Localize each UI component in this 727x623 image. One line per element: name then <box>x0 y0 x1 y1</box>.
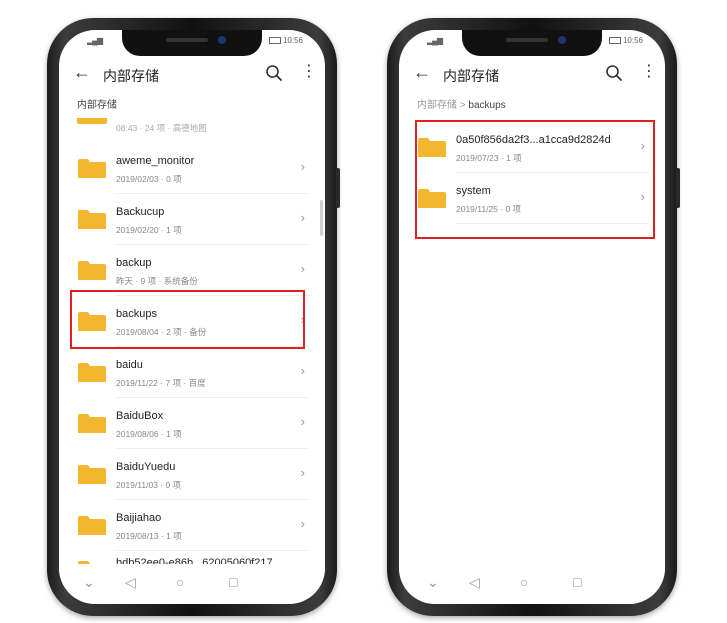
screen-right: ▂▄▆ 10:56 ← 内部存储 ⋮ 内部存储 > backups 0a50f8… <box>399 30 665 604</box>
list-item-meta: 2019/02/03 · 0 项 <box>116 174 182 184</box>
list-item[interactable]: baidu 2019/11/22 · 7 项 · 百度 › <box>59 347 325 398</box>
list-item[interactable]: Backucup 2019/02/20 · 1 项 › <box>59 194 325 245</box>
folder-icon <box>78 414 106 433</box>
breadcrumb-separator-icon: > <box>459 100 466 111</box>
breadcrumb-root[interactable]: 内部存储 <box>417 100 457 111</box>
page-title: 内部存储 <box>103 68 159 84</box>
nav-collapse-icon[interactable]: ⌄ <box>427 574 439 591</box>
chevron-right-icon: › <box>300 465 305 480</box>
nav-back-icon[interactable]: ◁ <box>125 574 136 591</box>
nav-collapse-icon[interactable]: ⌄ <box>83 574 95 591</box>
toolbar: ← 内部存储 ⋮ <box>59 56 325 92</box>
list-item-name: Baijiahao <box>116 512 162 524</box>
nav-back-icon[interactable]: ◁ <box>469 574 480 591</box>
nav-home-icon[interactable]: ○ <box>520 574 528 590</box>
folder-icon <box>78 516 106 535</box>
folder-icon <box>77 118 107 124</box>
back-arrow-icon[interactable]: ← <box>413 62 431 83</box>
list-item-name: Backucup <box>116 206 165 218</box>
breadcrumb[interactable]: 内部存储 <box>77 96 117 111</box>
notch <box>462 30 602 56</box>
battery-icon <box>608 37 621 45</box>
clock: 10:56 <box>268 36 303 45</box>
breadcrumb-current: backups <box>468 100 506 111</box>
highlight-box <box>70 290 305 349</box>
page-title: 内部存储 <box>443 68 499 84</box>
list-item-meta: 2019/11/22 · 7 项 · 百度 <box>116 378 206 388</box>
folder-icon <box>78 465 106 484</box>
list-item[interactable]: Baijiahao 2019/08/13 · 1 项 › <box>59 500 325 551</box>
toolbar: ← 内部存储 ⋮ <box>399 56 665 92</box>
list-item-meta: 08:43 · 24 项 · 高德地图 <box>116 123 207 133</box>
list-item-name: baidu <box>116 359 143 371</box>
list-item-name: BaiduBox <box>116 410 164 422</box>
system-nav-bar: ⌄ ◁ ○ □ <box>59 564 325 604</box>
nav-recents-icon[interactable]: □ <box>229 574 237 590</box>
chevron-right-icon: › <box>300 210 305 225</box>
folder-icon <box>78 159 106 178</box>
list-item-meta: 2019/08/13 · 1 项 <box>116 531 182 541</box>
list-item-partial-top[interactable]: 08:43 · 24 项 · 高德地图 <box>59 118 325 136</box>
nav-recents-icon[interactable]: □ <box>573 574 581 590</box>
phone-left: ▂▄▆ 10:56 ← 内部存储 ⋮ 内部存储 08:43 · 24 项 · 高… <box>47 18 340 616</box>
list-item-name: BaiduYuedu <box>116 461 176 473</box>
search-icon[interactable] <box>605 64 623 82</box>
highlight-box <box>415 120 655 239</box>
back-arrow-icon[interactable]: ← <box>73 62 91 83</box>
more-options-icon[interactable]: ⋮ <box>301 62 317 82</box>
camera-icon <box>218 36 226 44</box>
list-item-meta: 昨天 · 9 项 · 系统备份 <box>116 276 198 286</box>
signal-icon: ▂▄▆ <box>427 36 443 45</box>
list-item[interactable]: BaiduBox 2019/08/06 · 1 项 › <box>59 398 325 449</box>
list-item-name: aweme_monitor <box>116 155 195 167</box>
chevron-right-icon: › <box>300 159 305 174</box>
list-item-name: backup <box>116 257 152 269</box>
more-options-icon[interactable]: ⋮ <box>641 62 657 82</box>
signal-icon: ▂▄▆ <box>87 36 103 45</box>
list-item[interactable]: aweme_monitor 2019/02/03 · 0 项 › <box>59 143 325 194</box>
folder-icon <box>78 261 106 280</box>
screen-left: ▂▄▆ 10:56 ← 内部存储 ⋮ 内部存储 08:43 · 24 项 · 高… <box>59 30 325 604</box>
folder-icon <box>78 210 106 229</box>
system-nav-bar: ⌄ ◁ ○ □ <box>399 564 665 604</box>
chevron-right-icon: › <box>300 414 305 429</box>
list-item-meta: 2019/08/06 · 1 项 <box>116 429 182 439</box>
chevron-right-icon: › <box>300 363 305 378</box>
breadcrumb: 内部存储 > backups <box>417 96 506 111</box>
list-item[interactable]: BaiduYuedu 2019/11/03 · 0 项 › <box>59 449 325 500</box>
folder-icon <box>78 363 106 382</box>
power-button <box>336 168 340 208</box>
camera-icon <box>558 36 566 44</box>
battery-icon <box>268 37 281 45</box>
search-icon[interactable] <box>265 64 283 82</box>
scrollbar[interactable] <box>320 200 323 236</box>
phone-right: ▂▄▆ 10:56 ← 内部存储 ⋮ 内部存储 > backups 0a50f8… <box>387 18 680 616</box>
divider <box>116 550 309 551</box>
chevron-right-icon: › <box>300 516 305 531</box>
power-button <box>676 168 680 208</box>
list-item-meta: 2019/02/20 · 1 项 <box>116 225 182 235</box>
chevron-right-icon: › <box>300 261 305 276</box>
nav-home-icon[interactable]: ○ <box>176 574 184 590</box>
list-item[interactable]: backup 昨天 · 9 项 · 系统备份 › <box>59 245 325 296</box>
list-item-meta: 2019/11/03 · 0 项 <box>116 480 182 490</box>
clock: 10:56 <box>608 36 643 45</box>
notch <box>122 30 262 56</box>
